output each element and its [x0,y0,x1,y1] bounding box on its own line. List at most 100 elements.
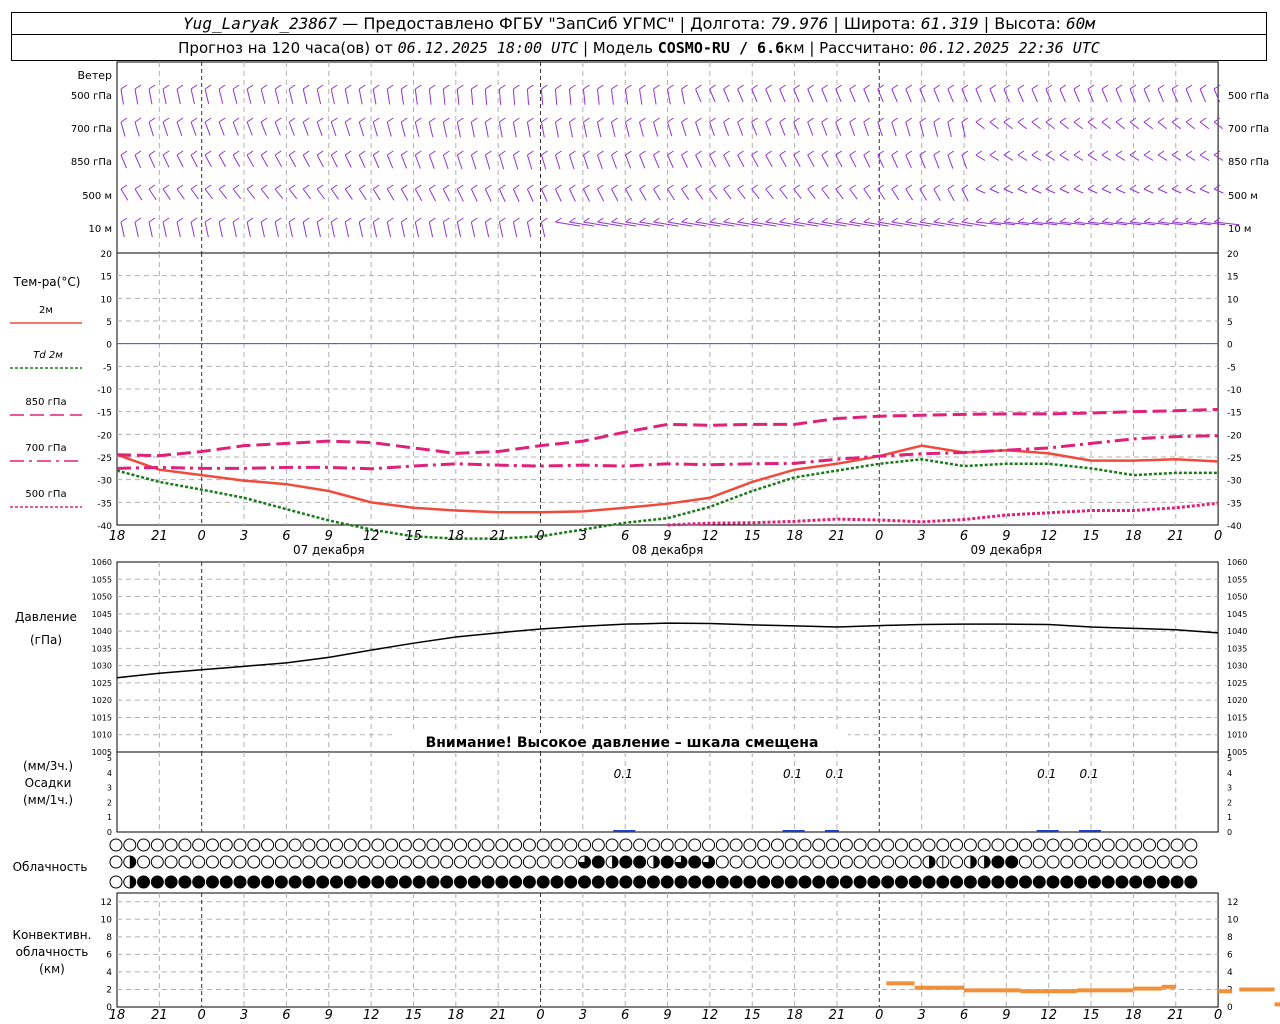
wind-barb-feather [653,184,660,190]
cloud-symbol [1060,855,1074,869]
wind-barb-feather [891,184,899,190]
time-tick-label: 0 [875,529,883,544]
time-tick-label-bottom: 6 [621,1008,629,1023]
cloud-circle [702,838,716,852]
wind-barb-feather [555,217,562,223]
wind-barb-feather [583,84,590,90]
precip-bar [782,830,805,832]
wind-barb [639,188,647,201]
wind-barb-feather [737,217,744,223]
cloud-symbol [715,875,729,889]
wind-barb-feather [134,150,142,156]
cloud-circle [329,838,343,852]
wind-barb-feather [1185,150,1193,156]
wind-barb-feather [415,117,422,123]
wind-barb-feather [569,150,576,156]
wind-barb [667,154,674,169]
time-tick-label: 6 [282,529,290,544]
wind-barb [540,121,545,138]
cloud-circle [385,838,399,852]
wind-barb [947,121,952,137]
wind-barb-feather [218,150,226,156]
conv-segment [914,985,964,990]
wind-barb-feather [1101,217,1109,223]
cloud-symbol [550,855,564,869]
wind-barb-feather [737,117,744,123]
wind-barb [1031,88,1038,103]
wind-barb-feather [667,184,674,190]
wind-barb [414,121,420,137]
wind-barb-feather [302,217,310,223]
cloud-symbol [536,875,550,889]
wind-barb-feather [639,184,646,190]
cloud-circle [1129,855,1143,869]
cloud-symbol [977,855,991,869]
cloud-symbol [109,838,123,852]
cloud-half [129,876,136,888]
cloud-circle [853,838,867,852]
wind-barb-feather [863,217,871,223]
wind-barb-feather [232,84,240,90]
wind-barb [765,88,772,103]
cloud-circle [715,855,729,869]
cloud-symbol [274,855,288,869]
cloud-symbol [660,855,674,869]
wind-barb [779,221,805,227]
wind-barb [316,88,322,105]
cloud-symbol [715,855,729,869]
pressure-ytick-right: 1010 [1227,731,1247,740]
wind-barb-feather [527,117,534,123]
pressure-ytick-left: 1045 [92,610,112,619]
wind-barb-feather [148,117,156,123]
wind-barb [232,154,241,167]
wind-barb [1185,88,1193,103]
wind-barb [204,121,211,136]
cloud-symbol [674,875,688,889]
wind-barb-feather [891,217,899,223]
time-tick-label-bottom: 3 [240,1008,248,1023]
cloud-circle [343,838,357,852]
cloud-circle [605,838,619,852]
wind-barb [961,88,968,103]
wind-barb-feather [358,117,366,123]
wind-barb-feather [737,184,744,190]
cloud-symbol [1143,838,1156,852]
wind-barb [302,188,312,200]
cloud-circle [522,838,536,852]
wind-barb [260,88,266,104]
wind-barb [1129,88,1136,103]
wind-barb-feather [372,84,380,90]
cloud-symbol [894,838,908,852]
wind-barb-feather [1031,217,1039,223]
wind-barb [737,154,745,168]
wind-barb-feather [891,84,899,90]
wind-barb [148,221,153,238]
cloud-circle [509,855,523,869]
wind-barb-feather [1157,184,1165,190]
wind-barb-feather [1185,117,1193,123]
wind-barb-feather [190,117,198,123]
precip-ytick-right: 1 [1227,813,1232,822]
cloud-full [1088,876,1101,888]
cloud-full [716,876,729,888]
cloud-symbol [412,855,426,869]
cloud-symbol [950,855,964,869]
cloud-circle [963,838,977,852]
cloud-circle [1018,855,1032,869]
wind-barb-feather [260,150,268,156]
wind-barb-feather [204,184,212,190]
wind-barb [961,188,969,202]
time-tick-label: 3 [579,529,587,544]
wind-barb [639,154,646,169]
wind-barb [484,188,492,202]
wind-barb [989,88,996,103]
wind-barb [470,88,474,105]
cloud-circle [164,838,178,852]
wind-barb [1171,121,1182,130]
cloud-full [468,876,481,888]
cloud-symbol [578,855,592,869]
cloud-symbol [385,875,399,889]
wind-barb [1101,188,1112,194]
cloud-symbol [1032,875,1046,889]
wind-barb [877,121,883,137]
